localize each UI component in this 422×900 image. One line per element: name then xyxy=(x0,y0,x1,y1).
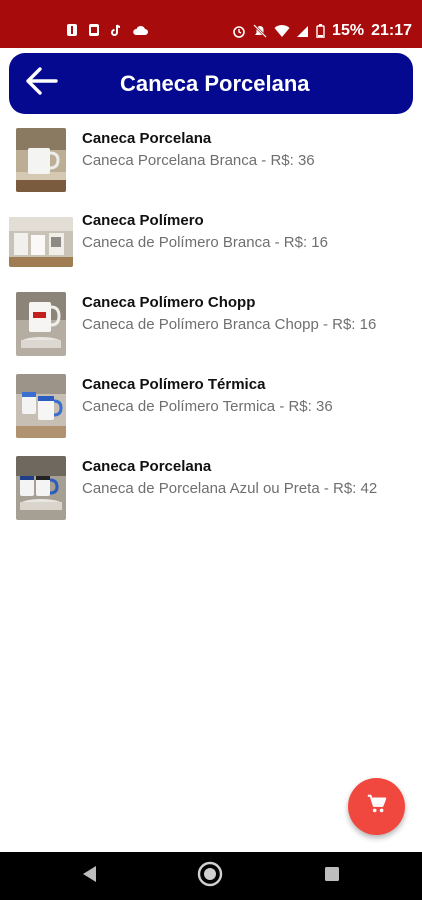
nav-back-button[interactable] xyxy=(78,864,102,888)
product-title: Caneca Polímero Térmica xyxy=(82,376,266,393)
product-image xyxy=(16,128,66,192)
status-bar: 15% 21:17 xyxy=(0,0,422,48)
nav-recents-icon xyxy=(324,866,340,887)
list-item[interactable]: Caneca Polímero Chopp Caneca de Polímero… xyxy=(0,286,422,368)
app-bar: Caneca Porcelana xyxy=(9,53,413,114)
product-list: Caneca Porcelana Caneca Porcelana Branca… xyxy=(0,122,422,532)
mute-icon xyxy=(253,24,267,38)
list-item[interactable]: Caneca Porcelana Caneca Porcelana Branca… xyxy=(0,122,422,204)
back-button[interactable] xyxy=(23,65,59,101)
page-title: Caneca Porcelana xyxy=(120,71,310,96)
product-image xyxy=(16,292,66,356)
cart-button[interactable] xyxy=(348,778,405,835)
list-item[interactable]: Caneca Polímero Caneca de Polímero Branc… xyxy=(0,204,422,286)
product-title: Caneca Porcelana xyxy=(82,458,212,475)
product-image xyxy=(16,374,66,438)
nav-home-icon xyxy=(197,861,223,892)
tiktok-icon xyxy=(110,23,122,37)
product-subtitle: Caneca de Polímero Branca Chopp - R$: 16 xyxy=(82,316,377,333)
alarm-icon xyxy=(232,24,246,38)
product-title: Caneca Polímero Chopp xyxy=(82,294,256,311)
list-item[interactable]: Caneca Polímero Térmica Caneca de Políme… xyxy=(0,368,422,450)
product-image xyxy=(16,456,66,520)
notification-icon xyxy=(88,23,100,37)
nav-back-icon xyxy=(82,865,98,888)
nav-recents-button[interactable] xyxy=(320,864,344,888)
product-subtitle: Caneca Porcelana Branca - R$: 36 xyxy=(82,152,315,169)
status-time: 21:17 xyxy=(371,22,412,39)
list-item[interactable]: Caneca Porcelana Caneca de Porcelana Azu… xyxy=(0,450,422,532)
product-image xyxy=(9,217,73,267)
signal-icon xyxy=(297,24,309,38)
product-subtitle: Caneca de Porcelana Azul ou Preta - R$: … xyxy=(82,480,378,497)
battery-icon xyxy=(316,24,325,38)
battery-percent: 15% xyxy=(332,22,365,39)
screen: 15% 21:17 Caneca Porcelana Caneca Porcel… xyxy=(0,0,422,900)
product-title: Caneca Porcelana xyxy=(82,130,212,147)
status-right: 15% 21:17 xyxy=(232,22,412,40)
wifi-icon xyxy=(274,24,290,38)
cart-icon xyxy=(366,793,388,820)
notification-icon xyxy=(66,23,78,37)
status-left-icons xyxy=(66,23,148,37)
nav-home-button[interactable] xyxy=(197,861,223,888)
product-subtitle: Caneca de Polímero Branca - R$: 16 xyxy=(82,234,328,251)
product-title: Caneca Polímero xyxy=(82,212,204,229)
product-subtitle: Caneca de Polímero Termica - R$: 36 xyxy=(82,398,333,415)
navigation-bar xyxy=(0,852,422,900)
arrow-back-icon xyxy=(24,66,58,101)
cloud-icon xyxy=(132,23,148,37)
